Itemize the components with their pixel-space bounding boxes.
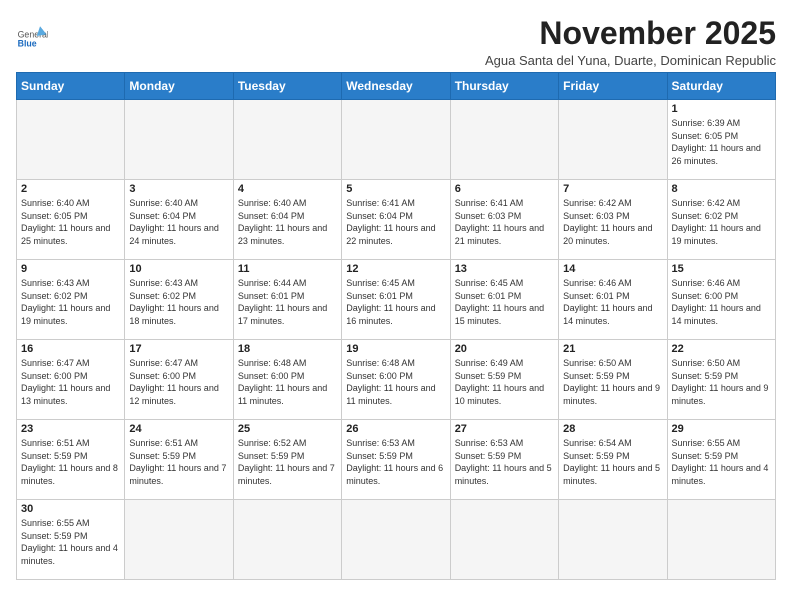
day-6: 6 Sunrise: 6:41 AMSunset: 6:03 PMDayligh…: [450, 180, 558, 260]
empty-cell: [559, 100, 667, 180]
header-monday: Monday: [125, 73, 233, 100]
day-29: 29 Sunrise: 6:55 AMSunset: 5:59 PMDaylig…: [667, 420, 775, 500]
day-17: 17 Sunrise: 6:47 AMSunset: 6:00 PMDaylig…: [125, 340, 233, 420]
logo-icon: General Blue: [16, 20, 48, 52]
empty-cell: [559, 500, 667, 580]
empty-cell: [233, 500, 341, 580]
day-10: 10 Sunrise: 6:43 AMSunset: 6:02 PMDaylig…: [125, 260, 233, 340]
header-saturday: Saturday: [667, 73, 775, 100]
day-1: 1 Sunrise: 6:39 AM Sunset: 6:05 PM Dayli…: [667, 100, 775, 180]
empty-cell: [342, 100, 450, 180]
header-sunday: Sunday: [17, 73, 125, 100]
calendar-table: Sunday Monday Tuesday Wednesday Thursday…: [16, 72, 776, 580]
week-row-6: 30 Sunrise: 6:55 AMSunset: 5:59 PMDaylig…: [17, 500, 776, 580]
day-23: 23 Sunrise: 6:51 AMSunset: 5:59 PMDaylig…: [17, 420, 125, 500]
svg-text:Blue: Blue: [18, 38, 37, 48]
weekday-header-row: Sunday Monday Tuesday Wednesday Thursday…: [17, 73, 776, 100]
empty-cell: [125, 500, 233, 580]
empty-cell: [450, 500, 558, 580]
day-11: 11 Sunrise: 6:44 AMSunset: 6:01 PMDaylig…: [233, 260, 341, 340]
empty-cell: [125, 100, 233, 180]
day-9: 9 Sunrise: 6:43 AMSunset: 6:02 PMDayligh…: [17, 260, 125, 340]
day-18: 18 Sunrise: 6:48 AMSunset: 6:00 PMDaylig…: [233, 340, 341, 420]
week-row-5: 23 Sunrise: 6:51 AMSunset: 5:59 PMDaylig…: [17, 420, 776, 500]
page-header: General Blue November 2025 Agua Santa de…: [16, 16, 776, 68]
header-friday: Friday: [559, 73, 667, 100]
day-21: 21 Sunrise: 6:50 AMSunset: 5:59 PMDaylig…: [559, 340, 667, 420]
day-15: 15 Sunrise: 6:46 AMSunset: 6:00 PMDaylig…: [667, 260, 775, 340]
empty-cell: [17, 100, 125, 180]
day-4: 4 Sunrise: 6:40 AMSunset: 6:04 PMDayligh…: [233, 180, 341, 260]
header-thursday: Thursday: [450, 73, 558, 100]
day-26: 26 Sunrise: 6:53 AMSunset: 5:59 PMDaylig…: [342, 420, 450, 500]
month-title: November 2025: [485, 16, 776, 51]
title-area: November 2025 Agua Santa del Yuna, Duart…: [485, 16, 776, 68]
day-14: 14 Sunrise: 6:46 AMSunset: 6:01 PMDaylig…: [559, 260, 667, 340]
empty-cell: [233, 100, 341, 180]
day-5: 5 Sunrise: 6:41 AMSunset: 6:04 PMDayligh…: [342, 180, 450, 260]
day-12: 12 Sunrise: 6:45 AMSunset: 6:01 PMDaylig…: [342, 260, 450, 340]
day-30: 30 Sunrise: 6:55 AMSunset: 5:59 PMDaylig…: [17, 500, 125, 580]
header-wednesday: Wednesday: [342, 73, 450, 100]
week-row-4: 16 Sunrise: 6:47 AMSunset: 6:00 PMDaylig…: [17, 340, 776, 420]
day-13: 13 Sunrise: 6:45 AMSunset: 6:01 PMDaylig…: [450, 260, 558, 340]
day-22: 22 Sunrise: 6:50 AMSunset: 5:59 PMDaylig…: [667, 340, 775, 420]
header-tuesday: Tuesday: [233, 73, 341, 100]
day-19: 19 Sunrise: 6:48 AMSunset: 6:00 PMDaylig…: [342, 340, 450, 420]
day-28: 28 Sunrise: 6:54 AMSunset: 5:59 PMDaylig…: [559, 420, 667, 500]
day-27: 27 Sunrise: 6:53 AMSunset: 5:59 PMDaylig…: [450, 420, 558, 500]
day-25: 25 Sunrise: 6:52 AMSunset: 5:59 PMDaylig…: [233, 420, 341, 500]
empty-cell: [667, 500, 775, 580]
day-7: 7 Sunrise: 6:42 AMSunset: 6:03 PMDayligh…: [559, 180, 667, 260]
day-20: 20 Sunrise: 6:49 AMSunset: 5:59 PMDaylig…: [450, 340, 558, 420]
location-subtitle: Agua Santa del Yuna, Duarte, Dominican R…: [485, 53, 776, 68]
empty-cell: [342, 500, 450, 580]
week-row-1: 1 Sunrise: 6:39 AM Sunset: 6:05 PM Dayli…: [17, 100, 776, 180]
week-row-3: 9 Sunrise: 6:43 AMSunset: 6:02 PMDayligh…: [17, 260, 776, 340]
day-24: 24 Sunrise: 6:51 AMSunset: 5:59 PMDaylig…: [125, 420, 233, 500]
day-8: 8 Sunrise: 6:42 AMSunset: 6:02 PMDayligh…: [667, 180, 775, 260]
empty-cell: [450, 100, 558, 180]
day-16: 16 Sunrise: 6:47 AMSunset: 6:00 PMDaylig…: [17, 340, 125, 420]
day-3: 3 Sunrise: 6:40 AMSunset: 6:04 PMDayligh…: [125, 180, 233, 260]
logo: General Blue: [16, 20, 48, 52]
day-2: 2 Sunrise: 6:40 AMSunset: 6:05 PMDayligh…: [17, 180, 125, 260]
week-row-2: 2 Sunrise: 6:40 AMSunset: 6:05 PMDayligh…: [17, 180, 776, 260]
